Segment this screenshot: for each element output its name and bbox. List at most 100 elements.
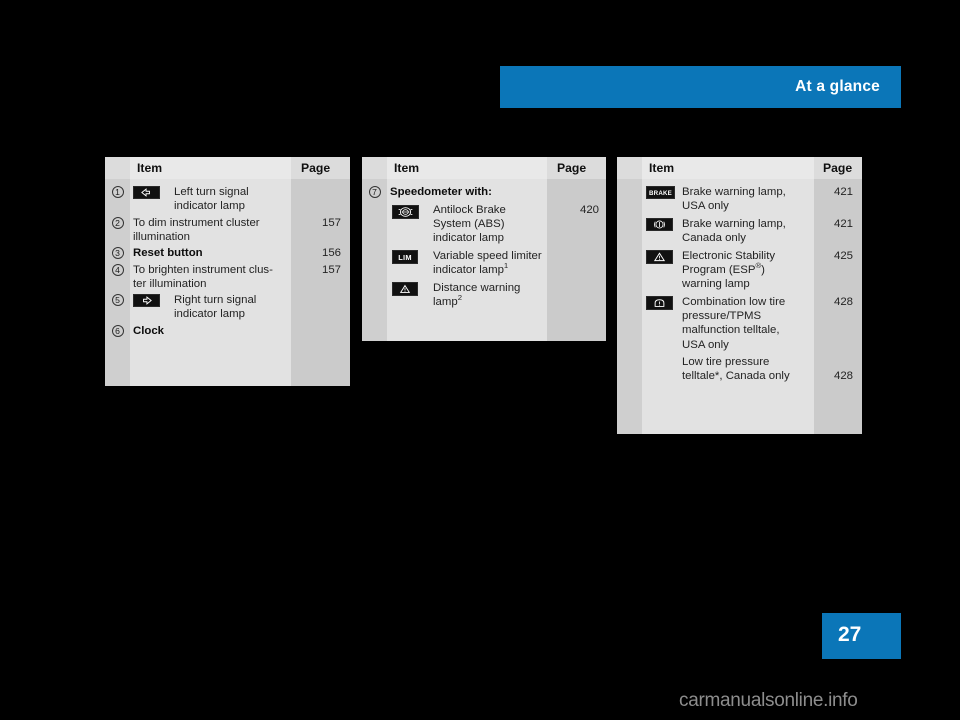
row-page <box>300 292 350 293</box>
row-page: 425 <box>833 250 853 262</box>
table-row[interactable]: 7 Speedometer with: <box>362 184 606 202</box>
table-row[interactable]: BRAKE Brake warning lamp, USA only 421 <box>617 184 862 216</box>
row-page: 421 <box>833 218 853 230</box>
row-number <box>617 294 642 296</box>
footnote-ref-2: 2 <box>457 293 463 303</box>
distance-warning-icon <box>387 280 433 296</box>
row-page: 428 <box>833 296 853 308</box>
row-page <box>554 280 606 281</box>
row-text: Electronic Stability Program (ESP®) warnin… <box>682 250 776 291</box>
table3-body: BRAKE Brake warning lamp, USA only 421 B… <box>617 179 862 386</box>
row-text: To brighten instrument clus-ter illumina… <box>133 264 273 291</box>
table2-col-item: Item <box>394 161 420 175</box>
row-text: Clock <box>133 325 165 337</box>
row-icon-spacer <box>642 354 682 356</box>
table1-col-page: Page <box>301 161 331 175</box>
table2-col-page: Page <box>557 161 587 175</box>
registered-mark: ® <box>755 261 762 271</box>
table3-col-item: Item <box>649 161 675 175</box>
right-turn-signal-chip <box>133 294 160 307</box>
table-row[interactable]: Brake warning lamp, Canada only 421 <box>617 216 862 248</box>
row-number <box>617 248 642 250</box>
row-text: Reset button <box>133 247 203 259</box>
table3-header-num-bg <box>617 157 642 179</box>
row-number <box>617 216 642 218</box>
row-page: 421 <box>833 186 853 198</box>
row-text: To dim instrument cluster illumination <box>133 217 260 244</box>
row-number <box>362 202 387 204</box>
row-number: 1 <box>105 184 130 198</box>
row-text: Antilock Brake System (ABS) indicator lamp <box>433 204 506 245</box>
row-page: 156 <box>321 247 341 259</box>
table-row[interactable]: 4 To brighten instrument clus-ter illumi… <box>105 262 350 292</box>
table-warning-lamps: Item Page BRAKE Brake warning lamp, USA o… <box>617 157 862 434</box>
table-row[interactable]: 5 Right turn signal indicator lamp <box>105 292 350 323</box>
page-number-block: 27 <box>822 613 901 659</box>
brake-text-chip: BRAKE <box>646 186 675 199</box>
row-page <box>554 248 606 249</box>
distance-warning-chip <box>392 282 418 296</box>
brake-circle-icon <box>642 216 682 231</box>
table-speedometer: Item Page 7 Speedometer with: Antilock B… <box>362 157 606 341</box>
table-row[interactable]: LIM Variable speed limiter indicator lamp… <box>362 248 606 280</box>
table-row[interactable]: Distance warning lamp2 <box>362 280 606 312</box>
lim-icon: LIM <box>387 248 433 264</box>
row-page: 157 <box>321 217 341 229</box>
header-bar: At a glance <box>500 66 901 108</box>
footnote-ref-1: 1 <box>503 261 509 271</box>
table-row[interactable]: 1 Left turn signal indicator lamp <box>105 184 350 215</box>
esp-triangle-icon <box>642 248 682 264</box>
abs-icon <box>387 202 433 219</box>
row-page: 420 <box>579 204 599 216</box>
row-text: Speedometer with: <box>390 186 492 198</box>
table-row[interactable]: Combination low tire pressure/TPMS malfunc… <box>617 294 862 354</box>
table2-header-row: Item Page <box>362 157 606 179</box>
table-instrument-cluster: Item Page 1 Left turn signal indicator la… <box>105 157 350 386</box>
right-turn-signal-icon <box>130 292 174 307</box>
table-row[interactable]: 6 Clock <box>105 323 350 340</box>
tire-pressure-chip <box>646 296 673 310</box>
table1-header-num-bg <box>105 157 130 179</box>
row-number: 5 <box>105 292 130 306</box>
row-page <box>556 184 606 185</box>
row-number <box>617 354 642 356</box>
table-row[interactable]: Electronic Stability Program (ESP®) warnin… <box>617 248 862 294</box>
tire-pressure-icon <box>642 294 682 310</box>
page-root: At a glance Item Page 1 Left turn signal… <box>0 0 960 720</box>
row-number <box>362 280 387 282</box>
table1-body: 1 Left turn signal indicator lamp 2 To di… <box>105 179 350 340</box>
table2-header-num-bg <box>362 157 387 179</box>
page-number: 27 <box>838 623 862 646</box>
row-number: 4 <box>105 262 130 276</box>
row-number: 2 <box>105 215 130 229</box>
row-page <box>300 184 350 185</box>
table-row[interactable]: Antilock Brake System (ABS) indicator lamp… <box>362 202 606 248</box>
row-number <box>617 184 642 186</box>
row-text: Left turn signal indicator lamp <box>174 186 249 213</box>
abs-chip <box>392 205 419 219</box>
row-number: 3 <box>105 245 130 259</box>
row-number: 6 <box>105 323 130 337</box>
left-turn-signal-icon <box>130 184 174 199</box>
row-number: 7 <box>362 184 387 198</box>
row-text: Low tire pressure telltale*, Canada only <box>682 356 790 383</box>
table3-header-row: Item Page <box>617 157 862 179</box>
row-page: 157 <box>321 264 341 276</box>
table3-col-page: Page <box>823 161 853 175</box>
row-page: 428 <box>833 370 853 382</box>
table-row[interactable]: 3 Reset button 156 <box>105 245 350 262</box>
table-row[interactable]: 2 To dim instrument cluster illumination … <box>105 215 350 245</box>
row-text: Right turn signal indicator lamp <box>174 294 257 321</box>
row-text: Combination low tire pressure/TPMS malfunc… <box>682 296 786 351</box>
row-number <box>362 248 387 250</box>
row-text: Variable speed limiter indicator lamp1 <box>433 250 542 277</box>
table2-body: 7 Speedometer with: Antilock Brake Syste… <box>362 179 606 312</box>
brake-circle-chip <box>646 218 673 231</box>
lim-chip: LIM <box>392 250 418 264</box>
table1-col-item: Item <box>137 161 163 175</box>
page-title: At a glance <box>795 78 880 95</box>
row-text: Distance warning lamp2 <box>433 282 521 309</box>
table-row[interactable]: Low tire pressure telltale*, Canada only … <box>617 354 862 386</box>
row-text: Brake warning lamp, Canada only <box>682 218 786 245</box>
esp-triangle-chip <box>646 250 673 264</box>
